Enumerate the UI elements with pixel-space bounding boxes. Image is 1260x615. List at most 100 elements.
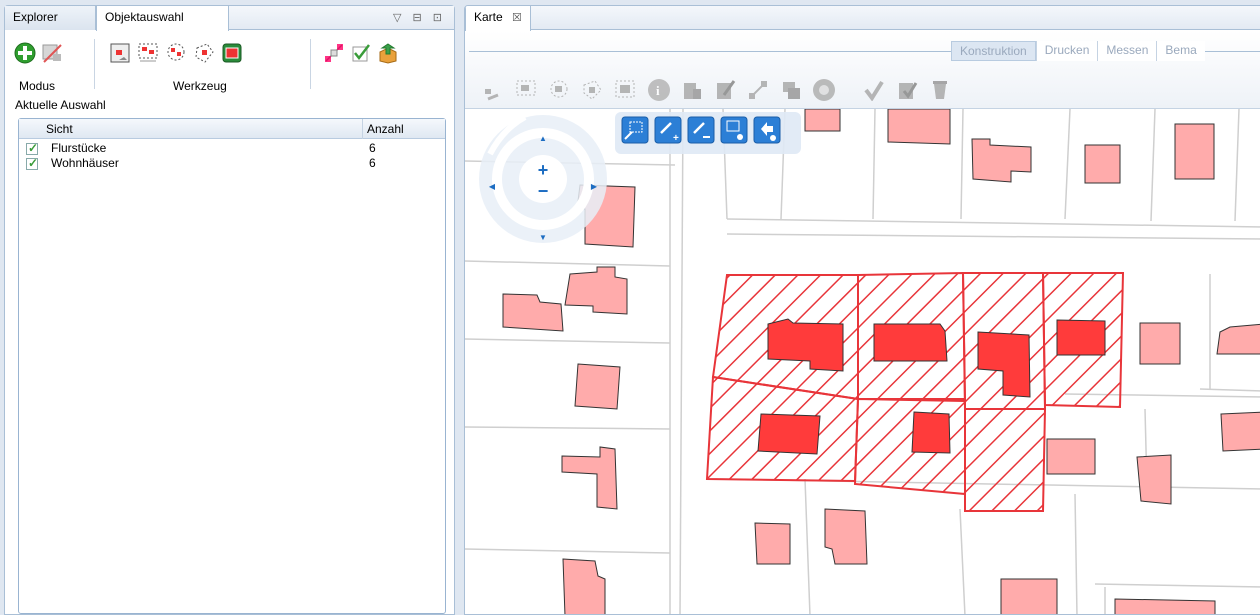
selected-building[interactable]	[1056, 319, 1106, 356]
zoom-previous-icon[interactable]	[753, 116, 781, 144]
zoom-out-button[interactable]: −	[538, 181, 549, 201]
buffer-select-icon[interactable]	[221, 42, 243, 64]
tab-objektauswahl[interactable]: Objektauswahl	[96, 6, 229, 31]
building	[887, 108, 951, 145]
selected-parcel[interactable]	[964, 408, 1047, 512]
approve-tool-icon[interactable]	[896, 79, 918, 101]
building	[1174, 123, 1215, 180]
check-edit-tool-icon[interactable]	[863, 79, 885, 102]
building	[824, 508, 868, 565]
building	[754, 522, 791, 565]
row-count: 6	[369, 141, 376, 155]
polygon-select-icon[interactable]	[193, 42, 215, 64]
export-selection-icon[interactable]	[377, 42, 399, 64]
selection-table: Sicht Anzahl Flurstücke 6 Wohnhäuser 6	[18, 118, 446, 614]
map-toolbar: Konstruktion Drucken Messen Bema i	[465, 31, 1260, 109]
building	[1220, 411, 1260, 452]
column-divider	[362, 119, 363, 139]
add-mode-icon[interactable]	[14, 42, 36, 64]
pan-right-button[interactable]: ▶	[591, 182, 598, 191]
ribbon-tabs: Konstruktion Drucken Messen Bema	[951, 41, 1205, 61]
tab-messen[interactable]: Messen	[1097, 41, 1157, 61]
building	[564, 266, 628, 315]
info-tool-icon[interactable]: i	[648, 79, 670, 101]
cancel-tool-icon[interactable]	[813, 79, 835, 101]
tab-drucken[interactable]: Drucken	[1035, 41, 1098, 61]
select-polygon-tool-icon[interactable]	[581, 79, 603, 101]
close-tab-icon[interactable]: ☒	[512, 12, 522, 24]
building	[1000, 578, 1058, 614]
modus-label: Modus	[19, 79, 56, 93]
building	[1084, 144, 1121, 184]
merge-tool-icon[interactable]	[780, 79, 802, 101]
zoom-out-tool-icon[interactable]	[687, 116, 715, 144]
column-header-sicht[interactable]: Sicht	[46, 122, 73, 136]
ribbon-separator	[94, 39, 95, 89]
tab-bemassung[interactable]: Bema	[1156, 41, 1205, 61]
delete-tool-icon[interactable]	[929, 79, 951, 101]
building	[1046, 438, 1096, 475]
ribbon-separator	[310, 39, 311, 89]
circle-select-icon[interactable]	[165, 42, 187, 64]
left-tabbar: Explorer Objektauswahl ▽ ⊟ ⊡	[5, 6, 454, 31]
move-vertex-tool-icon[interactable]	[747, 79, 769, 101]
zoom-in-tool-icon[interactable]: +	[654, 116, 682, 144]
tab-konstruktion[interactable]: Konstruktion	[951, 41, 1036, 61]
pan-up-button[interactable]: ▲	[539, 134, 547, 143]
map-tabbar: Karte ☒	[465, 6, 1260, 31]
row-checkbox[interactable]	[26, 156, 38, 170]
objektauswahl-panel: Explorer Objektauswahl ▽ ⊟ ⊡ Modus Werkz…	[4, 5, 455, 615]
map-navigator[interactable]: + − ▲ ▼ ◀ ▶	[479, 114, 607, 243]
edit-select-icon[interactable]	[323, 42, 345, 64]
zoom-extent-icon[interactable]	[720, 116, 748, 144]
table-header: Sicht Anzahl	[19, 119, 445, 139]
tab-karte-label: Karte	[474, 10, 503, 24]
select-rect-tool-icon[interactable]	[515, 79, 537, 101]
row-name: Flurstücke	[51, 141, 107, 155]
select-circle-tool-icon[interactable]	[548, 79, 570, 101]
map-canvas[interactable]: + − ▲ ▼ ◀ ▶ +	[465, 108, 1260, 615]
current-selection-label: Aktuelle Auswahl	[15, 98, 106, 112]
selected-building[interactable]	[873, 323, 948, 362]
select-point-tool-icon[interactable]	[482, 79, 504, 101]
building	[1136, 454, 1172, 505]
column-header-anzahl[interactable]: Anzahl	[367, 122, 404, 136]
building	[804, 108, 841, 132]
selected-parcels[interactable]	[705, 271, 1125, 512]
select-buffer-tool-icon[interactable]	[614, 79, 636, 101]
building	[562, 558, 606, 614]
building	[1114, 598, 1216, 614]
building	[574, 363, 621, 410]
pan-left-button[interactable]: ◀	[489, 182, 496, 191]
point-select-icon[interactable]	[109, 42, 131, 64]
tab-karte[interactable]: Karte ☒	[465, 6, 531, 31]
map-drawing[interactable]: + − ▲ ▼ ◀ ▶ +	[465, 108, 1260, 615]
building	[502, 293, 564, 332]
selected-building[interactable]	[757, 413, 821, 455]
edit-object-tool-icon[interactable]	[714, 79, 736, 101]
table-row[interactable]: Wohnhäuser 6	[19, 156, 445, 171]
tab-explorer[interactable]: Explorer	[5, 6, 96, 30]
selected-building[interactable]	[911, 411, 951, 454]
werkzeug-label: Werkzeug	[173, 79, 227, 93]
building	[561, 446, 618, 510]
building	[1216, 323, 1260, 355]
map-panel: Karte ☒ Konstruktion Drucken Messen Bema…	[464, 5, 1260, 615]
remove-mode-icon[interactable]	[41, 42, 63, 64]
row-name: Wohnhäuser	[51, 156, 119, 170]
pan-down-button[interactable]: ▼	[539, 233, 547, 242]
building	[1139, 322, 1181, 365]
row-checkbox[interactable]	[26, 141, 38, 155]
left-ribbon: Modus Werkzeug	[5, 31, 454, 99]
confirm-selection-icon[interactable]	[350, 42, 372, 64]
zoom-in-button[interactable]: +	[538, 160, 549, 180]
zoom-toolbar: +	[615, 112, 801, 154]
building	[971, 138, 1032, 183]
zoom-box-icon[interactable]	[621, 116, 649, 144]
svg-text:+: +	[673, 133, 679, 144]
attribute-tool-icon[interactable]	[681, 79, 703, 101]
rectangle-select-icon[interactable]	[137, 42, 159, 64]
panel-window-controls[interactable]: ▽ ⊟ ⊡	[393, 11, 446, 24]
row-count: 6	[369, 156, 376, 170]
table-row[interactable]: Flurstücke 6	[19, 141, 445, 156]
